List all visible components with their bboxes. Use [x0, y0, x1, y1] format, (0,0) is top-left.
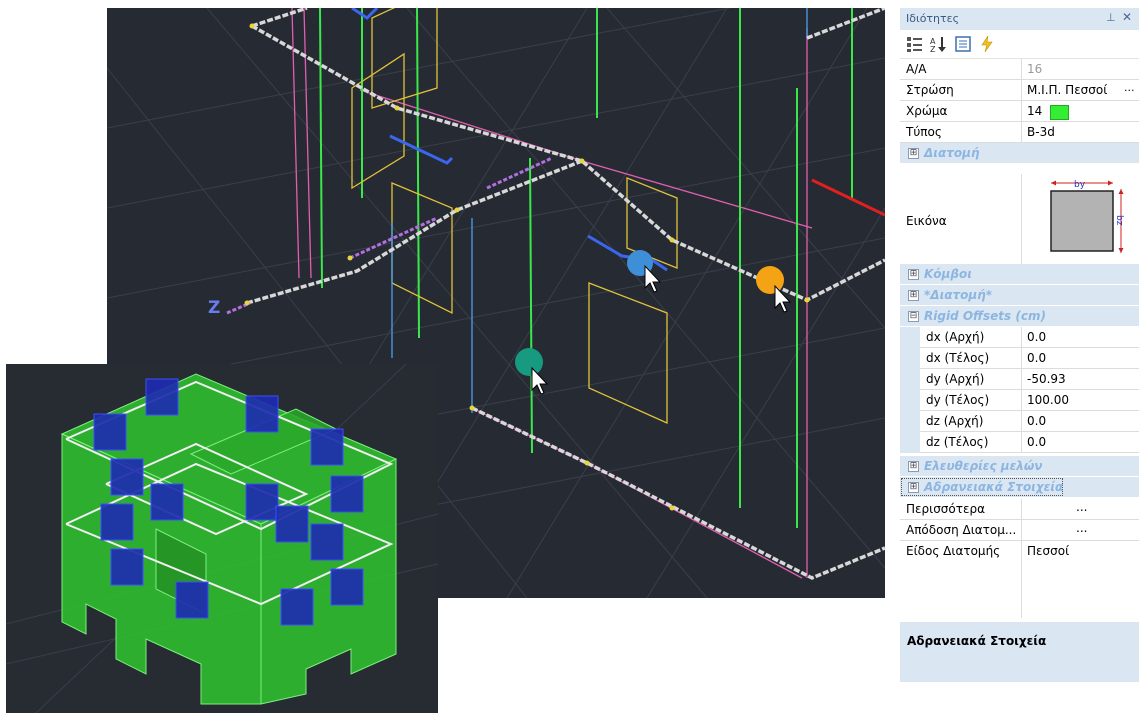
- row-color[interactable]: Χρώμα 14: [900, 101, 1139, 122]
- aa-value: 16: [1027, 62, 1043, 76]
- row-image: Εικόνα by bz: [900, 174, 1139, 270]
- color-swatch[interactable]: [1050, 105, 1069, 120]
- yellow-panels: [351, 8, 678, 425]
- events-icon[interactable]: [978, 35, 996, 53]
- row-dx-start[interactable]: dx (Αρχή) 0.0: [900, 327, 1139, 348]
- sort-az-icon[interactable]: A Z: [930, 35, 948, 53]
- panel-toolbar: A Z: [900, 30, 1139, 59]
- row-type[interactable]: Τύπος B-3d: [900, 122, 1139, 143]
- by-label: by: [1074, 180, 1086, 190]
- inset-canvas: [6, 364, 438, 713]
- row-dx-end[interactable]: dx (Τέλος) 0.0: [900, 348, 1139, 369]
- section-diagram: by bz: [1050, 180, 1124, 253]
- row-dy-start[interactable]: dy (Αρχή) -50.93: [900, 369, 1139, 390]
- category-inertia[interactable]: ⊞ Αδρανειακά Στοιχεία: [900, 477, 1064, 497]
- type-value[interactable]: B-3d: [1027, 125, 1055, 139]
- cursor-icon: [644, 264, 662, 293]
- expand-icon[interactable]: ⊞: [908, 290, 919, 301]
- row-dz-end[interactable]: dz (Τέλος) 0.0: [900, 432, 1139, 453]
- expand-icon[interactable]: ⊞: [908, 482, 919, 493]
- panel-title: Ιδιότητες: [906, 12, 960, 25]
- cursor-icon: [531, 366, 549, 395]
- row-section-kind[interactable]: Είδος Διατομής Πεσσοί: [900, 541, 1139, 618]
- purple-beam: [226, 156, 553, 315]
- section-assign-button[interactable]: ...: [1076, 521, 1087, 535]
- svg-text:Z: Z: [930, 45, 936, 53]
- section-kind-value[interactable]: Πεσσοί: [1027, 544, 1069, 558]
- inset-3d-model[interactable]: [6, 364, 438, 713]
- properties-panel: Ιδιότητες ⊥ ✕ A Z A/A 16 Στρώση Μ.Ι.Π. Π…: [900, 8, 1139, 713]
- row-section-assign[interactable]: Απόδοση Διατομ... ...: [900, 520, 1139, 541]
- category-rigid-offsets[interactable]: ⊟ Rigid Offsets (cm): [900, 306, 1139, 326]
- category-nodes[interactable]: ⊞ Κόμβοι: [900, 264, 1139, 284]
- close-icon[interactable]: ✕: [1122, 10, 1132, 24]
- panel-header: Ιδιότητες ⊥ ✕: [900, 8, 1139, 30]
- collapse-icon[interactable]: ⊟: [908, 311, 919, 322]
- color-value[interactable]: 14: [1027, 104, 1042, 118]
- category-section-alt[interactable]: ⊞ *Διατομή*: [900, 285, 1139, 305]
- expand-icon[interactable]: ⊞: [908, 461, 919, 472]
- layer-value[interactable]: Μ.Ι.Π. Πεσσοί: [1027, 83, 1107, 97]
- bz-label: bz: [1114, 215, 1124, 226]
- category-section[interactable]: ⊞ Διατομή: [900, 143, 1139, 163]
- layer-browse-button[interactable]: ...: [1124, 81, 1135, 94]
- more-button[interactable]: ...: [1076, 500, 1087, 514]
- row-aa: A/A 16: [900, 59, 1139, 80]
- row-dy-end[interactable]: dy (Τέλος) 100.00: [900, 390, 1139, 411]
- red-member: [811, 178, 885, 217]
- categorized-icon[interactable]: [906, 35, 924, 53]
- pin-icon[interactable]: ⊥: [1106, 11, 1116, 24]
- category-releases[interactable]: ⊞ Ελευθερίες μελών: [900, 456, 1139, 476]
- expand-icon[interactable]: ⊞: [908, 269, 919, 280]
- row-layer[interactable]: Στρώση Μ.Ι.Π. Πεσσοί ...: [900, 80, 1139, 101]
- axis-z-label: Z: [208, 298, 221, 318]
- description-title: Αδρανειακά Στοιχεία: [907, 634, 1047, 648]
- property-pages-icon[interactable]: [954, 35, 972, 53]
- row-dz-start[interactable]: dz (Αρχή) 0.0: [900, 411, 1139, 432]
- description-area: Αδρανειακά Στοιχεία: [900, 622, 1139, 682]
- expand-icon[interactable]: ⊞: [908, 148, 919, 159]
- row-more[interactable]: Περισσότερα ...: [900, 499, 1139, 520]
